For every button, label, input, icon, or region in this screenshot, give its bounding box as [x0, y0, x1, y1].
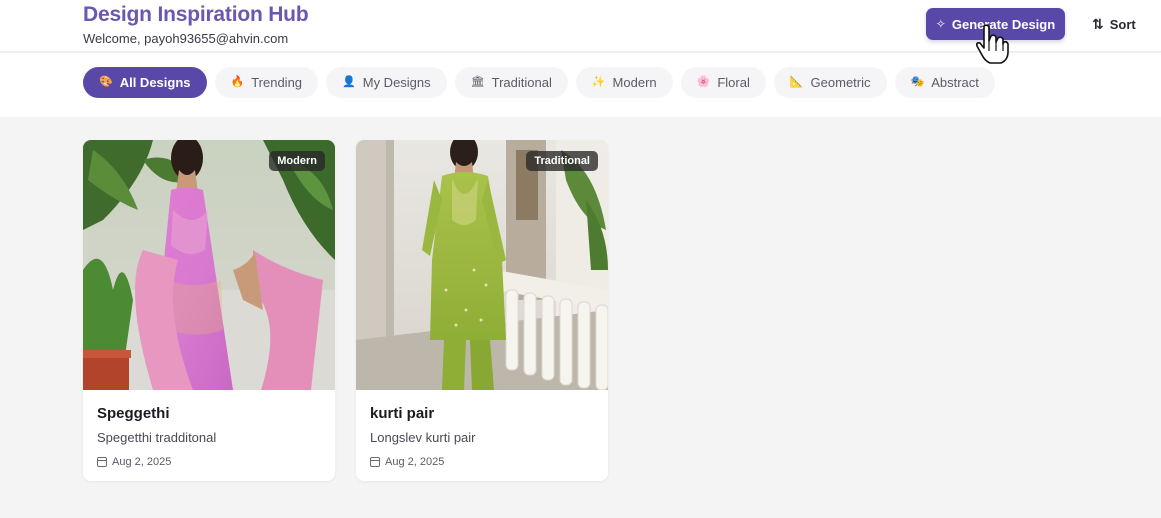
- filter-all-designs[interactable]: 🎨 All Designs: [83, 67, 207, 98]
- sparkles-icon: ✨: [591, 76, 606, 88]
- design-card[interactable]: Traditional kurti pair Longslev kurti pa…: [356, 140, 608, 481]
- filter-label: Floral: [717, 75, 750, 90]
- filter-abstract[interactable]: 🎭 Abstract: [894, 67, 995, 98]
- filter-label: My Designs: [362, 75, 431, 90]
- filter-my-designs[interactable]: 👤 My Designs: [326, 67, 447, 98]
- palette-icon: 🎨: [99, 76, 113, 88]
- design-image-pink-suit: Modern: [83, 140, 335, 390]
- filter-label: Abstract: [931, 75, 979, 90]
- filter-label: Modern: [612, 75, 657, 90]
- sort-button[interactable]: ⇅ Sort: [1092, 14, 1136, 34]
- calendar-icon: [97, 457, 107, 467]
- filter-modern[interactable]: ✨ Modern: [575, 67, 673, 98]
- design-image-green-kurti: Traditional: [356, 140, 608, 390]
- triangle-ruler-icon: 📐: [789, 76, 804, 88]
- fire-icon: 🔥: [230, 76, 245, 88]
- filter-trending[interactable]: 🔥 Trending: [214, 67, 319, 98]
- hand-cursor-icon: [976, 24, 1009, 64]
- green-kurti-photo: [356, 140, 608, 390]
- abstract-icon: 🎭: [910, 76, 925, 88]
- sort-arrows-icon: ⇅: [1092, 15, 1104, 32]
- design-description: Spegetthi tradditonal: [97, 430, 217, 445]
- filter-chips: 🎨 All Designs 🔥 Trending 👤 My Designs 🏛 …: [83, 67, 995, 98]
- filter-geometric[interactable]: 📐 Geometric: [773, 67, 887, 98]
- filter-floral[interactable]: 🌸 Floral: [680, 67, 766, 98]
- design-date: Aug 2, 2025: [370, 456, 444, 468]
- welcome-text: Welcome, payoh93655@ahvin.com: [83, 31, 289, 46]
- filter-label: Geometric: [810, 75, 871, 90]
- filter-label: All Designs: [119, 75, 191, 90]
- filter-label: Traditional: [491, 75, 552, 90]
- flower-icon: 🌸: [696, 76, 711, 88]
- design-date: Aug 2, 2025: [97, 456, 171, 468]
- date-text: Aug 2, 2025: [112, 456, 172, 468]
- category-badge: Traditional: [526, 151, 598, 171]
- design-title: kurti pair: [370, 405, 435, 422]
- user-icon: 👤: [342, 76, 356, 88]
- date-text: Aug 2, 2025: [385, 456, 445, 468]
- page-title: Design Inspiration Hub: [83, 3, 309, 26]
- magic-wand-icon: ✧: [935, 17, 946, 31]
- temple-icon: 🏛: [470, 76, 485, 88]
- sort-label: Sort: [1109, 16, 1136, 32]
- calendar-icon: [370, 457, 380, 467]
- design-card[interactable]: Modern Speggethi Spegetthi tradditonal A…: [83, 140, 335, 481]
- category-badge: Modern: [269, 151, 325, 171]
- design-title: Speggethi: [97, 405, 170, 422]
- pink-suit-photo: [83, 140, 335, 390]
- filter-label: Trending: [251, 75, 303, 90]
- design-description: Longslev kurti pair: [370, 430, 476, 445]
- filter-traditional[interactable]: 🏛 Traditional: [454, 67, 568, 98]
